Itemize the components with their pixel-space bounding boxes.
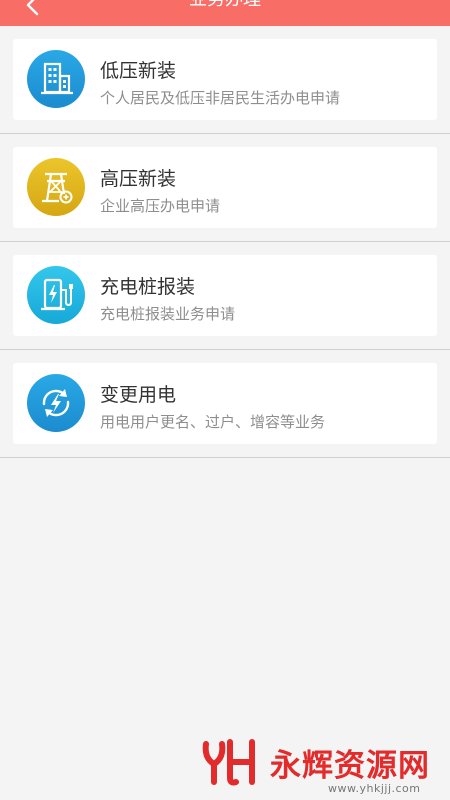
service-section-low-voltage: 低压新装 个人居民及低压非居民生活办电申请 [0, 26, 450, 134]
header-bar: 业务办理 [0, 0, 450, 26]
service-name: 高压新装 [100, 168, 177, 190]
service-section-charging-pile: 充电桩报装 充电桩报装业务申请 [0, 242, 450, 350]
service-card-charging-pile[interactable]: 充电桩报装 充电桩报装业务申请 [13, 255, 437, 336]
service-section-high-voltage: 高压新装 企业高压办电申请 [0, 134, 450, 242]
watermark-text: 永辉资源网 [270, 748, 430, 784]
electricity-change-icon [27, 374, 85, 432]
service-card-low-voltage[interactable]: 低压新装 个人居民及低压非居民生活办电申请 [13, 39, 437, 120]
watermark-url: www.yhkjjj.com [328, 782, 421, 795]
power-tower-icon [27, 158, 85, 216]
service-card-high-voltage[interactable]: 高压新装 企业高压办电申请 [13, 147, 437, 228]
charging-pile-icon [27, 266, 85, 324]
service-list: 低压新装 个人居民及低压非居民生活办电申请 高压新装 企业高压办电申请 充电桩报… [0, 26, 450, 458]
service-section-change-electricity: 变更用电 用电用户更名、过户、增容等业务 [0, 350, 450, 458]
watermark-logo-icon [202, 739, 255, 786]
watermark: 永辉资源网 www.yhkjjj.com [200, 738, 430, 795]
service-description: 企业高压办电申请 [100, 197, 221, 215]
service-name: 充电桩报装 [100, 276, 196, 298]
service-description: 充电桩报装业务申请 [100, 305, 236, 323]
page-title: 业务办理 [0, 0, 450, 12]
service-description: 用电用户更名、过户、增容等业务 [100, 413, 326, 431]
service-name: 变更用电 [100, 384, 177, 406]
service-name: 低压新装 [100, 60, 177, 82]
service-card-change-electricity[interactable]: 变更用电 用电用户更名、过户、增容等业务 [13, 363, 437, 444]
building-icon [27, 50, 85, 108]
service-description: 个人居民及低压非居民生活办电申请 [100, 89, 341, 107]
